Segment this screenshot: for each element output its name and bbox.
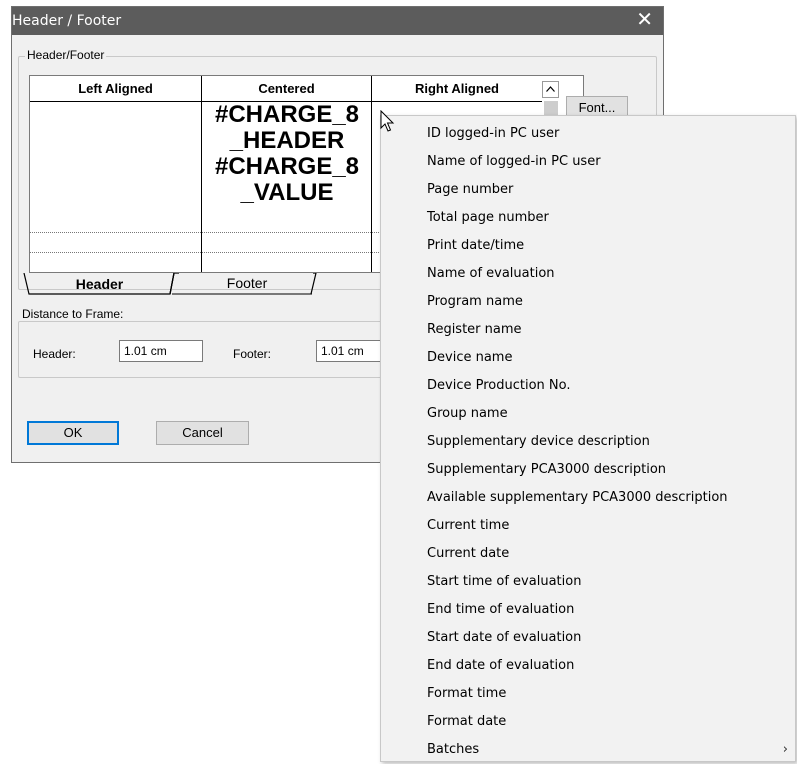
menu-item-label: End date of evaluation (427, 658, 575, 673)
header-distance-label: Header: (33, 347, 76, 361)
tab-header[interactable]: Header (32, 273, 167, 295)
menu-item[interactable]: Name of evaluation (382, 260, 794, 288)
menu-item[interactable]: Print date/time (382, 232, 794, 260)
chevron-up-icon (546, 86, 555, 92)
header-distance-input[interactable]: 1.01 cm (119, 340, 203, 362)
menu-item[interactable]: Format time (382, 680, 794, 708)
row-divider (30, 232, 385, 233)
tab-footer[interactable]: Footer (182, 272, 312, 294)
menu-item-label: Current date (427, 546, 510, 561)
menu-item-label: Name of evaluation (427, 266, 555, 281)
menu-item[interactable]: ID logged-in PC user (382, 120, 794, 148)
menu-item-label: Program name (427, 294, 523, 309)
submenu-arrow-icon: › (782, 742, 788, 757)
menu-item-label: Start time of evaluation (427, 574, 582, 589)
ok-button[interactable]: OK (27, 421, 119, 445)
scroll-up-button[interactable] (542, 81, 559, 98)
menu-item-label: Format time (427, 686, 507, 701)
menu-item[interactable]: Current time (382, 512, 794, 540)
menu-item[interactable]: Device Production No. (382, 372, 794, 400)
tab-strip: Header Footer (22, 273, 387, 295)
column-header-left[interactable]: Left Aligned (30, 76, 201, 102)
menu-item-label: Page number (427, 182, 514, 197)
menu-item[interactable]: Available supplementary PCA3000 descript… (382, 484, 794, 512)
menu-item[interactable]: Supplementary PCA3000 description (382, 456, 794, 484)
cell-line: _HEADER (229, 127, 345, 154)
menu-item-label: Print date/time (427, 238, 525, 253)
cancel-button[interactable]: Cancel (156, 421, 249, 445)
cell-centered-row1[interactable]: #CHARGE_8 _HEADER #CHARGE_8 _VALUE (202, 102, 372, 206)
cell-line: _VALUE (240, 179, 334, 206)
menu-item-label: Supplementary PCA3000 description (427, 462, 667, 477)
menu-item[interactable]: Format date (382, 708, 794, 736)
menu-item-batches[interactable]: Batches › (382, 736, 794, 764)
menu-item-label: Register name (427, 322, 522, 337)
menu-item-label: Name of logged-in PC user (427, 154, 601, 169)
distance-group-label: Distance to Frame: (20, 307, 126, 321)
menu-item-label: Start date of evaluation (427, 630, 582, 645)
menu-item[interactable]: Supplementary device description (382, 428, 794, 456)
menu-item-label: Current time (427, 518, 510, 533)
menu-item[interactable]: Page number (382, 176, 794, 204)
menu-item[interactable]: Current date (382, 540, 794, 568)
row-divider (30, 252, 385, 253)
menu-item-label: Device Production No. (427, 378, 571, 393)
header-footer-group-label: Header/Footer (25, 48, 107, 62)
menu-item[interactable]: Device name (382, 344, 794, 372)
mouse-pointer-icon (380, 110, 395, 132)
menu-item-label: Batches (427, 742, 480, 757)
menu-item-label: Group name (427, 406, 508, 421)
menu-item-label: Available supplementary PCA3000 descript… (427, 490, 728, 505)
menu-item-label: Supplementary device description (427, 434, 650, 449)
menu-item[interactable]: Start time of evaluation (382, 568, 794, 596)
menu-item-label: Device name (427, 350, 513, 365)
cell-line: #CHARGE_8 (214, 153, 360, 180)
menu-item[interactable]: Register name (382, 316, 794, 344)
close-icon[interactable]: ✕ (636, 8, 653, 32)
column-header-centered[interactable]: Centered (202, 76, 371, 102)
menu-item[interactable]: Total page number (382, 204, 794, 232)
footer-distance-label: Footer: (233, 347, 272, 361)
menu-item-label: Total page number (427, 210, 549, 225)
menu-item-label: Format date (427, 714, 507, 729)
menu-item-label: ID logged-in PC user (427, 126, 560, 141)
title-bar[interactable]: Header / Footer ✕ (12, 7, 663, 35)
cell-left-row1[interactable] (30, 102, 201, 232)
menu-item[interactable]: End time of evaluation (382, 596, 794, 624)
column-header-right[interactable]: Right Aligned (372, 76, 542, 102)
menu-item-label: End time of evaluation (427, 602, 575, 617)
menu-item[interactable]: Group name (382, 400, 794, 428)
menu-item[interactable]: Program name (382, 288, 794, 316)
window-title: Header / Footer (12, 13, 122, 29)
menu-item[interactable]: End date of evaluation (382, 652, 794, 680)
cell-line: #CHARGE_8 (214, 101, 360, 128)
insert-field-context-menu: ID logged-in PC user Name of logged-in P… (380, 115, 796, 762)
menu-item[interactable]: Start date of evaluation (382, 624, 794, 652)
menu-item[interactable]: Name of logged-in PC user (382, 148, 794, 176)
